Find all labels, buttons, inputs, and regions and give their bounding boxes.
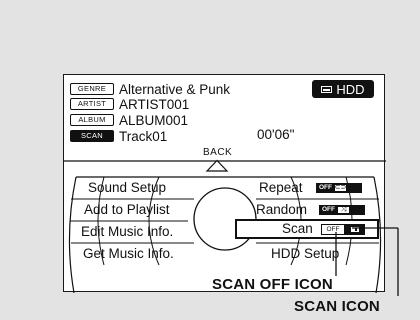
callout-leaders	[335, 227, 399, 296]
scan-icon-callout: SCAN ICON	[294, 298, 380, 315]
scan-off-icon-callout: SCAN OFF ICON	[212, 276, 333, 293]
